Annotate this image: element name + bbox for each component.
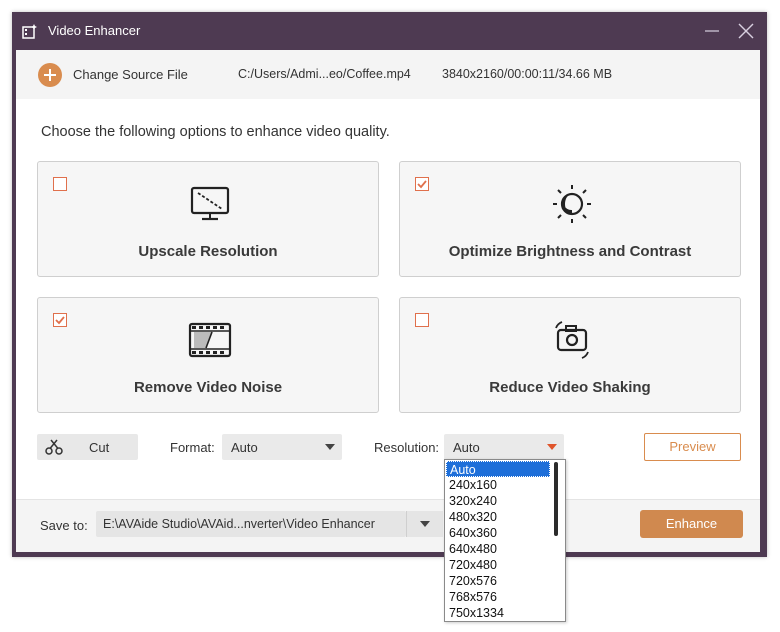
cut-label: Cut (89, 440, 110, 455)
chevron-down-icon (420, 521, 430, 527)
resolution-option[interactable]: 720x576 (446, 573, 553, 589)
chevron-down-icon (547, 444, 557, 450)
upscale-checkbox[interactable] (53, 177, 67, 191)
checkmark-icon (417, 180, 427, 189)
save-path-dropdown-button[interactable] (406, 511, 443, 537)
save-path-field[interactable]: E:\AVAide Studio\AVAid...nverter\Video E… (96, 511, 406, 537)
scrollbar-thumb[interactable] (554, 462, 558, 536)
film-noise-icon (188, 322, 232, 358)
save-bar: Save to: E:\AVAide Studio\AVAid...nverte… (16, 499, 760, 552)
instruction-text: Choose the following options to enhance … (41, 124, 390, 140)
minimize-icon (705, 30, 719, 32)
resolution-select[interactable]: Auto (444, 434, 564, 460)
add-circle-icon[interactable] (38, 63, 62, 87)
app-logo-icon (22, 24, 37, 39)
video-enhancer-window: Video Enhancer Change Source File C:/Use… (12, 12, 767, 557)
save-to-label: Save to: (40, 518, 88, 533)
format-select[interactable]: Auto (222, 434, 342, 460)
close-button[interactable] (736, 21, 756, 41)
brightness-checkbox[interactable] (415, 177, 429, 191)
resolution-option[interactable]: 640x360 (446, 525, 553, 541)
format-label: Format: (170, 440, 215, 455)
cut-button[interactable]: Cut (37, 434, 138, 460)
source-file-info: 3840x2160/00:00:11/34.66 MB (442, 67, 613, 81)
scissors-icon (45, 439, 63, 455)
save-path-value: E:\AVAide Studio\AVAid...nverter\Video E… (103, 517, 375, 531)
resolution-option[interactable]: 240x160 (446, 477, 553, 493)
option-label: Optimize Brightness and Contrast (448, 243, 692, 260)
minimize-button[interactable] (702, 21, 722, 41)
monitor-upscale-icon (190, 186, 230, 221)
resolution-dropdown-list[interactable]: Auto 240x160 320x240 480x320 640x360 640x480 7… (444, 459, 566, 622)
shaking-checkbox[interactable] (415, 313, 429, 327)
resolution-label: Resolution: (374, 440, 440, 455)
option-optimize-brightness[interactable]: Optimize Brightness and Contrast (399, 161, 741, 277)
brightness-icon (553, 185, 591, 223)
window-title: Video Enhancer (48, 23, 141, 38)
resolution-option[interactable]: 640x480 (446, 541, 553, 557)
option-label: Remove Video Noise (133, 379, 283, 396)
source-file-bar: Change Source File C:/Users/Admi...eo/Co… (16, 50, 760, 99)
format-value: Auto (231, 440, 258, 455)
resolution-option[interactable]: 720x480 (446, 557, 553, 573)
option-remove-video-noise[interactable]: Remove Video Noise (37, 297, 379, 413)
preview-button[interactable]: Preview (644, 433, 741, 461)
camera-stabilize-icon (555, 321, 589, 359)
resolution-option[interactable]: 320x240 (446, 493, 553, 509)
enhance-button[interactable]: Enhance (640, 510, 743, 538)
resolution-option[interactable]: 480x320 (446, 509, 553, 525)
chevron-down-icon (325, 444, 335, 450)
option-label: Reduce Video Shaking (489, 379, 651, 396)
option-label: Upscale Resolution (138, 243, 278, 260)
option-reduce-video-shaking[interactable]: Reduce Video Shaking (399, 297, 741, 413)
resolution-option[interactable]: 750x1334 (446, 605, 553, 621)
option-upscale-resolution[interactable]: Upscale Resolution (37, 161, 379, 277)
resolution-option[interactable]: 768x576 (446, 589, 553, 605)
source-file-path: C:/Users/Admi...eo/Coffee.mp4 (238, 67, 411, 81)
checkmark-icon (55, 316, 65, 325)
close-icon (738, 23, 754, 39)
title-bar: Video Enhancer (12, 12, 767, 50)
resolution-option[interactable]: Auto (446, 461, 550, 477)
resolution-value: Auto (453, 440, 480, 455)
change-source-file-button[interactable]: Change Source File (73, 67, 188, 82)
main-panel: Change Source File C:/Users/Admi...eo/Co… (16, 50, 760, 552)
noise-checkbox[interactable] (53, 313, 67, 327)
